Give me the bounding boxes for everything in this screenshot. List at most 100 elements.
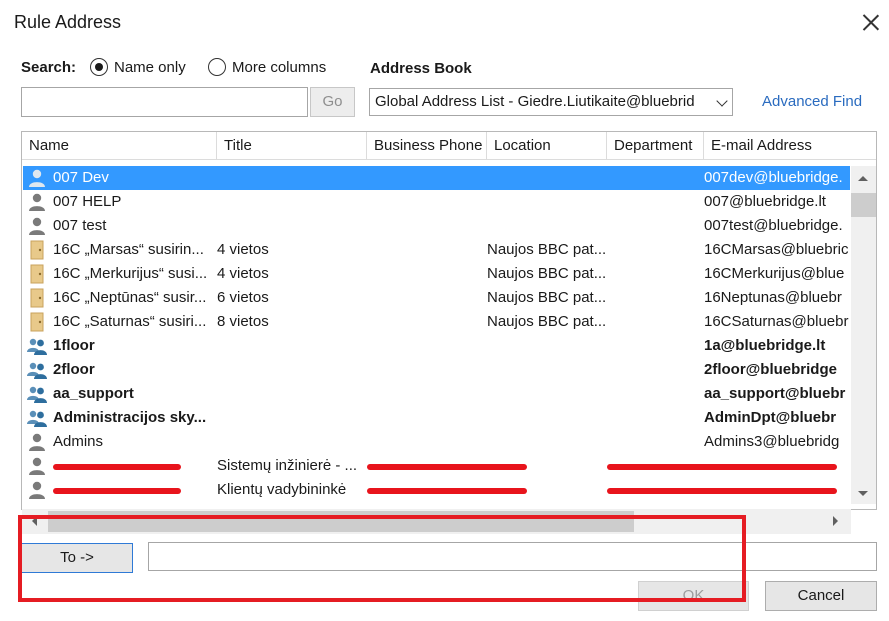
- cell-name: 1floor: [53, 337, 95, 354]
- cell-location: Naujos BBC pat...: [487, 289, 605, 306]
- table-row[interactable]: 007 HELP 007@bluebridge.lt: [23, 190, 850, 214]
- group-icon: [27, 336, 47, 356]
- column-header-title[interactable]: Title: [217, 132, 367, 160]
- column-header-email[interactable]: E-mail Address: [704, 132, 876, 160]
- radio-name-only[interactable]: [90, 58, 108, 76]
- cell-name: aa_support: [53, 385, 134, 402]
- cell-email: 16Neptunas@bluebr: [704, 289, 842, 306]
- cell-department: [607, 358, 703, 382]
- cell-phone: [367, 358, 485, 382]
- cell-name: 007 test: [53, 217, 107, 234]
- cell-email: 007test@bluebridge.: [704, 217, 843, 234]
- cell-title: 6 vietos: [217, 289, 269, 306]
- table-row[interactable]: 16C „Neptūnas“ susir... 6 vietos Naujos BB…: [23, 286, 850, 310]
- room-icon: [27, 264, 47, 284]
- room-icon: [27, 312, 47, 332]
- cell-name: 007 Dev: [53, 169, 109, 186]
- column-header-name[interactable]: Name: [22, 132, 217, 160]
- redaction-mark: [367, 488, 527, 494]
- horizontal-scrollbar-thumb[interactable]: [48, 511, 634, 532]
- vertical-scrollbar-thumb[interactable]: [851, 193, 876, 217]
- search-label: Search:: [21, 59, 77, 76]
- radio-more-columns[interactable]: [208, 58, 226, 76]
- cell-title: Sistemų inžinierė - ...: [217, 457, 358, 474]
- user-icon: [27, 480, 47, 500]
- cell-email: 16CMarsas@bluebric: [704, 241, 849, 258]
- column-header-business-phone[interactable]: Business Phone: [367, 132, 487, 160]
- cell-department: [607, 286, 703, 310]
- cell-department: [607, 310, 703, 334]
- cell-title: 4 vietos: [217, 241, 269, 258]
- cell-location: [487, 406, 605, 430]
- scroll-up-icon[interactable]: [858, 176, 868, 181]
- advanced-find-link[interactable]: Advanced Find: [762, 93, 862, 110]
- dialog-title: Rule Address: [14, 12, 122, 32]
- table-row[interactable]: aa_support aa_support@bluebr: [23, 382, 850, 406]
- address-book-select[interactable]: Global Address List - Giedre.Liutikaite@…: [369, 88, 733, 116]
- to-recipient-field[interactable]: [148, 542, 877, 571]
- cell-phone: [367, 286, 485, 310]
- cell-name: 16C „Merkurijus“ susi...: [53, 265, 208, 282]
- column-header-row: Name Title Business Phone Location Depar…: [22, 132, 876, 160]
- cell-department: [607, 382, 703, 406]
- table-row[interactable]: 16C „Saturnas“ susiri... 8 vietos Naujos B…: [23, 310, 850, 334]
- table-row[interactable]: 007 test 007test@bluebridge.: [23, 214, 850, 238]
- redaction-mark: [53, 464, 181, 470]
- cell-location: [487, 382, 605, 406]
- table-row[interactable]: 1floor 1a@bluebridge.lt: [23, 334, 850, 358]
- user-icon: [27, 192, 47, 212]
- redaction-mark: [607, 464, 837, 470]
- cell-title: [217, 406, 365, 430]
- table-row[interactable]: Admins Admins3@bluebridg: [23, 430, 850, 454]
- cell-name: 16C „Marsas“ susirin...: [53, 241, 204, 258]
- go-button[interactable]: Go: [310, 87, 355, 117]
- close-icon[interactable]: [858, 10, 884, 36]
- column-header-department[interactable]: Department: [607, 132, 704, 160]
- radio-name-only-label[interactable]: Name only: [114, 59, 186, 76]
- table-row[interactable]: 16C „Merkurijus“ susi... 4 vietos Naujos B…: [23, 262, 850, 286]
- cell-location: [487, 430, 605, 454]
- cell-title: [217, 358, 365, 382]
- table-row[interactable]: Administracijos sky... AdminDpt@bluebr: [23, 406, 850, 430]
- table-row[interactable]: 2floor 2floor@bluebridge: [23, 358, 850, 382]
- cell-title: [217, 382, 365, 406]
- cell-phone: [367, 310, 485, 334]
- cell-title: [217, 190, 365, 214]
- scroll-down-icon[interactable]: [858, 491, 868, 496]
- redaction-mark: [367, 464, 527, 470]
- table-row[interactable]: Sistemų inžinierė - ...: [23, 454, 850, 478]
- cancel-button[interactable]: Cancel: [765, 581, 877, 611]
- table-row[interactable]: Klientų vadybininkė: [23, 478, 850, 502]
- cell-location: [487, 334, 605, 358]
- cell-email: AdminDpt@bluebr: [704, 409, 837, 426]
- user-icon: [27, 432, 47, 452]
- room-icon: [27, 240, 47, 260]
- cell-location: Naujos BBC pat...: [487, 265, 605, 282]
- to-button[interactable]: To ->: [21, 543, 133, 573]
- redaction-mark: [607, 488, 837, 494]
- table-row[interactable]: 007 Dev 007dev@bluebridge.: [23, 166, 850, 190]
- cell-name: 007 HELP: [53, 193, 122, 210]
- column-header-location[interactable]: Location: [487, 132, 607, 160]
- group-icon: [27, 384, 47, 404]
- radio-more-columns-label[interactable]: More columns: [232, 59, 326, 76]
- chevron-down-icon: [716, 95, 728, 107]
- table-row[interactable]: 16C „Marsas“ susirin... 4 vietos Naujos BB…: [23, 238, 850, 262]
- cell-phone: [367, 334, 485, 358]
- cell-name: 2floor: [53, 361, 95, 378]
- cell-department: [607, 166, 703, 190]
- cell-location: Naujos BBC pat...: [487, 241, 605, 258]
- scroll-left-icon[interactable]: [32, 516, 37, 526]
- cell-department: [607, 238, 703, 262]
- cell-email: 007@bluebridge.lt: [704, 193, 826, 210]
- cell-email: 16CSaturnas@bluebr: [704, 313, 849, 330]
- ok-button[interactable]: OK: [638, 581, 749, 611]
- cell-email: 007dev@bluebridge.: [704, 169, 843, 186]
- cell-location: [487, 358, 605, 382]
- cell-name: 16C „Neptūnas“ susir...: [53, 289, 207, 306]
- cell-phone: [367, 262, 485, 286]
- cell-title: [217, 430, 365, 454]
- cell-email: Admins3@bluebridg: [704, 433, 840, 450]
- scroll-right-icon[interactable]: [833, 516, 838, 526]
- search-input[interactable]: [21, 87, 308, 117]
